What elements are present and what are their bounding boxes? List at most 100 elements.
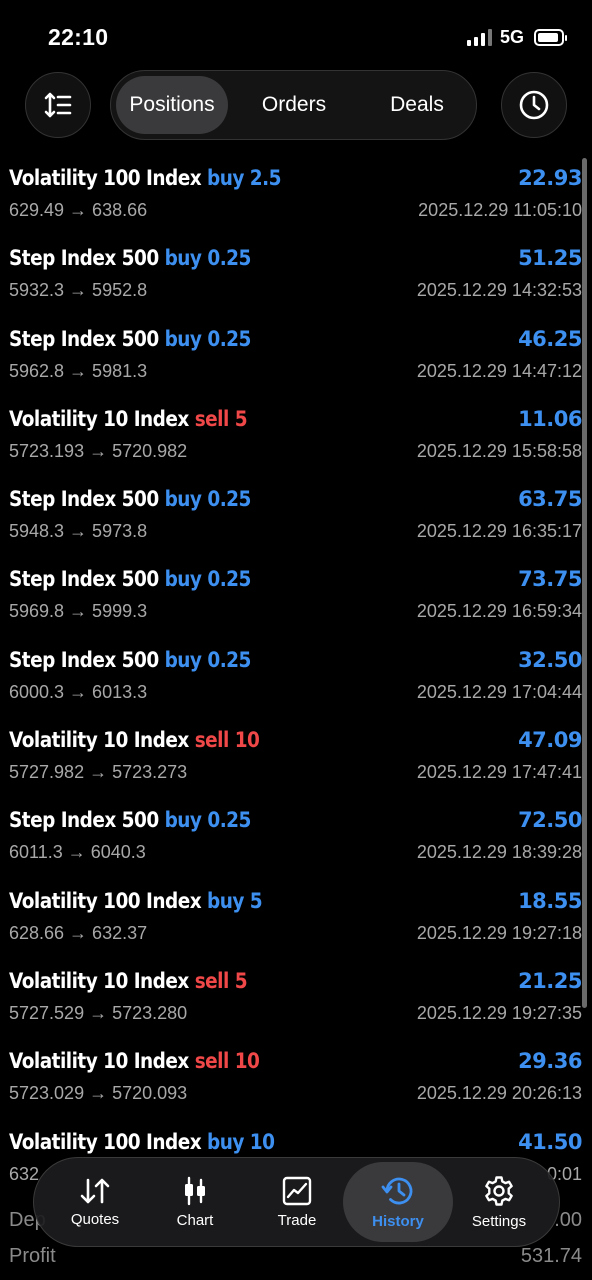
nav-settings[interactable]: Settings (446, 1162, 552, 1242)
deal-prices: 629.49 → 638.66 (9, 200, 148, 220)
tab-positions[interactable]: Positions (116, 76, 228, 134)
deal-row[interactable]: Step Index 500 buy 0.25 72.50 6011.3 → 604… (0, 802, 592, 882)
deal-volume: 0.25 (207, 808, 251, 833)
deal-row[interactable]: Volatility 10 Index sell 10 29.36 5723.029… (0, 1043, 592, 1123)
deal-prices: 6000.3 → 6013.3 (9, 681, 148, 702)
deal-side: buy (207, 166, 244, 190)
deal-side: buy (164, 487, 202, 512)
deal-row[interactable]: Volatility 10 Index sell 5 21.25 5727.529 … (0, 963, 592, 1043)
deal-row[interactable]: Step Index 500 buy 0.25 51.25 5932.3 → 595… (0, 240, 592, 320)
deal-symbol: Step Index 500 (9, 246, 159, 271)
deal-profit: 22.93 (518, 166, 582, 190)
deal-title: Step Index 500 buy 0.25 (9, 808, 251, 832)
deal-volume: 5 (234, 968, 248, 993)
deal-volume: 5 (234, 406, 248, 431)
deal-row[interactable]: Volatility 100 Index buy 2.5 22.93 629.49 … (0, 160, 592, 240)
deal-row[interactable]: Step Index 500 buy 0.25 32.50 6000.3 → 601… (0, 642, 592, 722)
deal-profit: 11.06 (518, 406, 582, 431)
deal-time: 2025.12.29 17:47:41 (416, 762, 582, 783)
deal-profit: 18.55 (518, 888, 582, 913)
deal-symbol: Volatility 10 Index (9, 406, 189, 431)
deal-volume: 10 (234, 1049, 260, 1074)
deal-row[interactable]: Step Index 500 buy 0.25 73.75 5969.8 → 599… (0, 561, 592, 641)
deal-prices: 5723.193 → 5720.982 (9, 440, 188, 461)
deal-time: 2025.12.29 19:27:18 (416, 922, 582, 943)
deal-time: 2025.12.29 19:27:35 (416, 1002, 582, 1023)
deal-profit: 46.25 (518, 326, 582, 351)
deal-side: sell (194, 968, 230, 993)
status-indicators: 5G (466, 27, 567, 48)
deal-profit: 63.75 (518, 487, 582, 512)
deal-symbol: Step Index 500 (9, 487, 159, 512)
deal-symbol: Step Index 500 (9, 647, 159, 672)
deal-title: Step Index 500 buy 0.25 (9, 327, 251, 351)
deal-title: Volatility 10 Index sell 10 (9, 1049, 260, 1074)
history-view-selector: Positions Orders Deals (110, 70, 477, 140)
deal-row[interactable]: Volatility 100 Index buy 5 18.55 628.66 → … (0, 883, 592, 963)
deal-profit: 47.09 (518, 728, 582, 753)
deal-prices: 5962.8 → 5981.3 (9, 360, 148, 381)
deal-side: buy (164, 647, 202, 672)
nav-history[interactable]: History (343, 1162, 453, 1242)
deal-time: 2025.12.29 18:39:28 (416, 842, 582, 863)
deal-title: Volatility 10 Index sell 10 (9, 728, 260, 753)
tab-orders[interactable]: Orders (239, 76, 349, 134)
deal-side: buy (207, 888, 244, 913)
deal-side: buy (164, 567, 202, 592)
deal-prices: 628.66 → 632.37 (9, 922, 148, 943)
scrollbar[interactable] (582, 158, 587, 1008)
deal-time: 2025.12.29 11:05:10 (418, 200, 582, 220)
tab-deals[interactable]: Deals (363, 76, 471, 134)
deal-symbol: Volatility 100 Index (9, 888, 202, 913)
deal-prices: 5969.8 → 5999.3 (9, 601, 148, 622)
deal-time: 2025.12.29 14:47:12 (416, 360, 582, 381)
deal-profit: 72.50 (518, 808, 582, 833)
deal-side: sell (194, 728, 230, 753)
sort-icon (44, 92, 72, 118)
sort-button[interactable] (25, 72, 91, 138)
deal-profit: 21.25 (518, 968, 582, 993)
nav-chart[interactable]: Chart (142, 1162, 248, 1242)
deal-time: 2025.12.29 16:35:17 (416, 521, 582, 542)
period-button[interactable] (501, 72, 567, 138)
deal-symbol: Volatility 10 Index (9, 1049, 189, 1074)
nav-chart-label: Chart (176, 1211, 214, 1229)
deal-symbol: Volatility 100 Index (9, 1129, 202, 1154)
deal-row[interactable]: Step Index 500 buy 0.25 46.25 5962.8 → 598… (0, 321, 592, 401)
network-type: 5G (499, 27, 524, 47)
deal-side: sell (194, 406, 230, 431)
chart-icon (185, 1176, 205, 1205)
deal-prices: 5727.529 → 5723.280 (9, 1002, 188, 1023)
deal-title: Volatility 10 Index sell 5 (9, 406, 248, 431)
nav-trade[interactable]: Trade (244, 1162, 350, 1242)
deal-prices: 5948.3 → 5973.8 (9, 521, 148, 542)
status-time: 22:10 (48, 24, 109, 50)
deal-volume: 2.5 (249, 166, 282, 190)
deal-prices: 5932.3 → 5952.8 (9, 280, 148, 301)
deal-prices: 6011.3 → 6040.3 (9, 842, 146, 863)
deal-row[interactable]: Volatility 10 Index sell 10 47.09 5727.982… (0, 722, 592, 802)
deal-profit: 51.25 (518, 246, 582, 271)
deal-row[interactable]: Volatility 10 Index sell 5 11.06 5723.193 … (0, 401, 592, 481)
bottom-tab-bar: Quotes Chart Trade History Settings (33, 1157, 560, 1247)
status-bar: 22:10 5G (0, 0, 592, 70)
deal-side: buy (164, 326, 202, 351)
profit-value: 531.74 (520, 1245, 582, 1267)
deal-title: Volatility 100 Index buy 10 (9, 1129, 275, 1154)
deal-prices: 5723.029 → 5720.093 (9, 1083, 188, 1104)
history-icon (381, 1177, 413, 1204)
nav-quotes[interactable]: Quotes (42, 1162, 148, 1242)
nav-history-label: History (372, 1212, 424, 1230)
deal-volume: 0.25 (207, 246, 251, 271)
deal-profit: 32.50 (518, 647, 582, 672)
gear-icon (485, 1175, 513, 1206)
deals-list: Volatility 100 Index buy 2.5 22.93 629.49 … (0, 160, 592, 1204)
deal-volume: 5 (249, 888, 263, 913)
deal-symbol: Step Index 500 (9, 567, 159, 592)
deal-title: Step Index 500 buy 0.25 (9, 567, 251, 591)
deal-title: Step Index 500 buy 0.25 (9, 648, 251, 672)
deal-symbol: Step Index 500 (9, 808, 159, 833)
deal-side: sell (194, 1049, 230, 1074)
deal-row[interactable]: Step Index 500 buy 0.25 63.75 5948.3 → 597… (0, 481, 592, 561)
deal-profit: 29.36 (518, 1049, 582, 1074)
